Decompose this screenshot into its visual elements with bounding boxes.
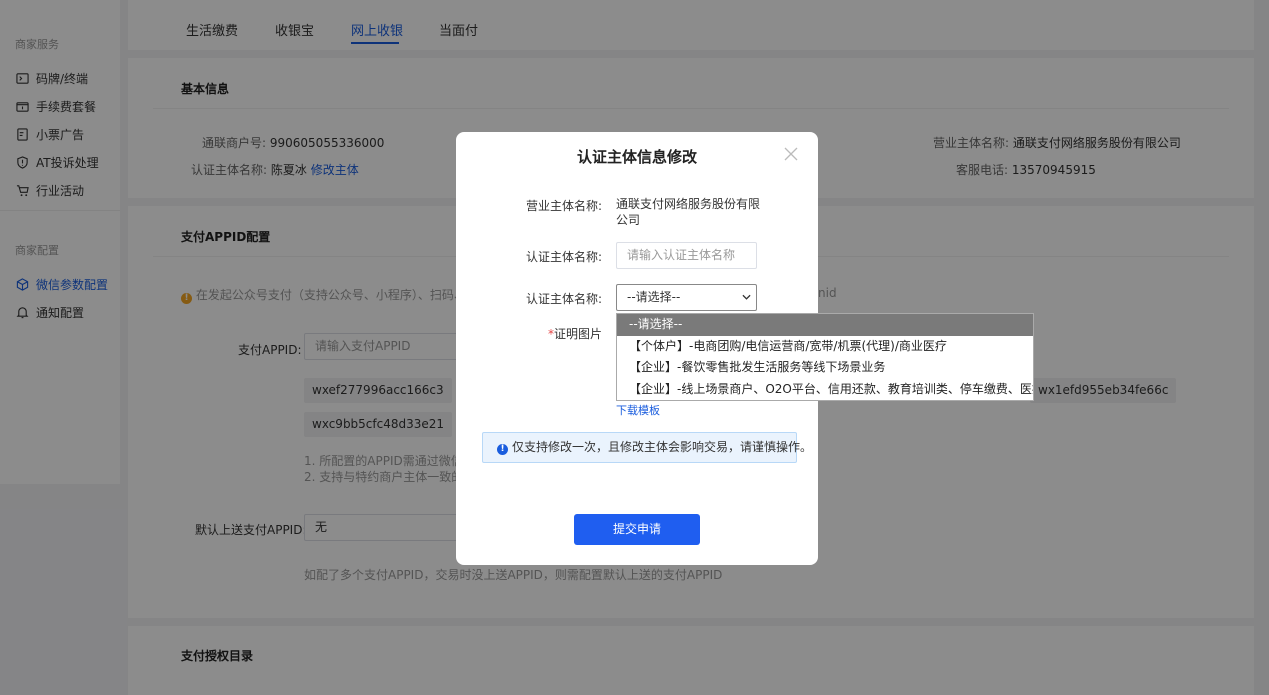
business-subject-label: 营业主体名称: [525,199,602,213]
chevron-down-icon [742,294,751,300]
info-icon: ! [497,444,508,455]
auth-type-selected: --请选择-- [627,290,681,304]
auth-type-dropdown: --请选择-- 【个体户】-电商团购/电信运营商/宽带/机票(代理)/商业医疗 … [616,313,1034,401]
download-template-link[interactable]: 下载模板 [616,402,660,418]
dropdown-option[interactable]: 【个体户】-电商团购/电信运营商/宽带/机票(代理)/商业医疗 [617,336,1033,358]
auth-name-input[interactable]: 请输入认证主体名称 [616,242,757,269]
submit-button[interactable]: 提交申请 [574,514,700,545]
auth-name-label: 认证主体名称: [525,250,602,264]
notice-text: 仅支持修改一次，且修改主体会影响交易，请谨慎操作。 [512,440,813,454]
auth-type-select[interactable]: --请选择-- [616,284,757,311]
modal-title: 认证主体信息修改 [576,148,697,166]
auth-type-label: 认证主体名称: [525,292,602,306]
dropdown-option[interactable]: 【企业】-餐饮零售批发生活服务等线下场景业务 [617,357,1033,379]
close-icon[interactable] [784,147,798,161]
modify-notice: ! 仅支持修改一次，且修改主体会影响交易，请谨慎操作。 [482,432,812,463]
dropdown-option[interactable]: 【企业】-线上场景商户、O2O平台、信用还款、教育培训类、停车缴费、医疗服务 [617,379,1033,401]
dropdown-option[interactable]: --请选择-- [617,314,1033,336]
business-subject-value: 通联支付网络服务股份有限公司 [616,197,761,227]
proof-image-text: 证明图片 [553,327,602,341]
proof-image-label: *证明图片 [548,325,602,342]
